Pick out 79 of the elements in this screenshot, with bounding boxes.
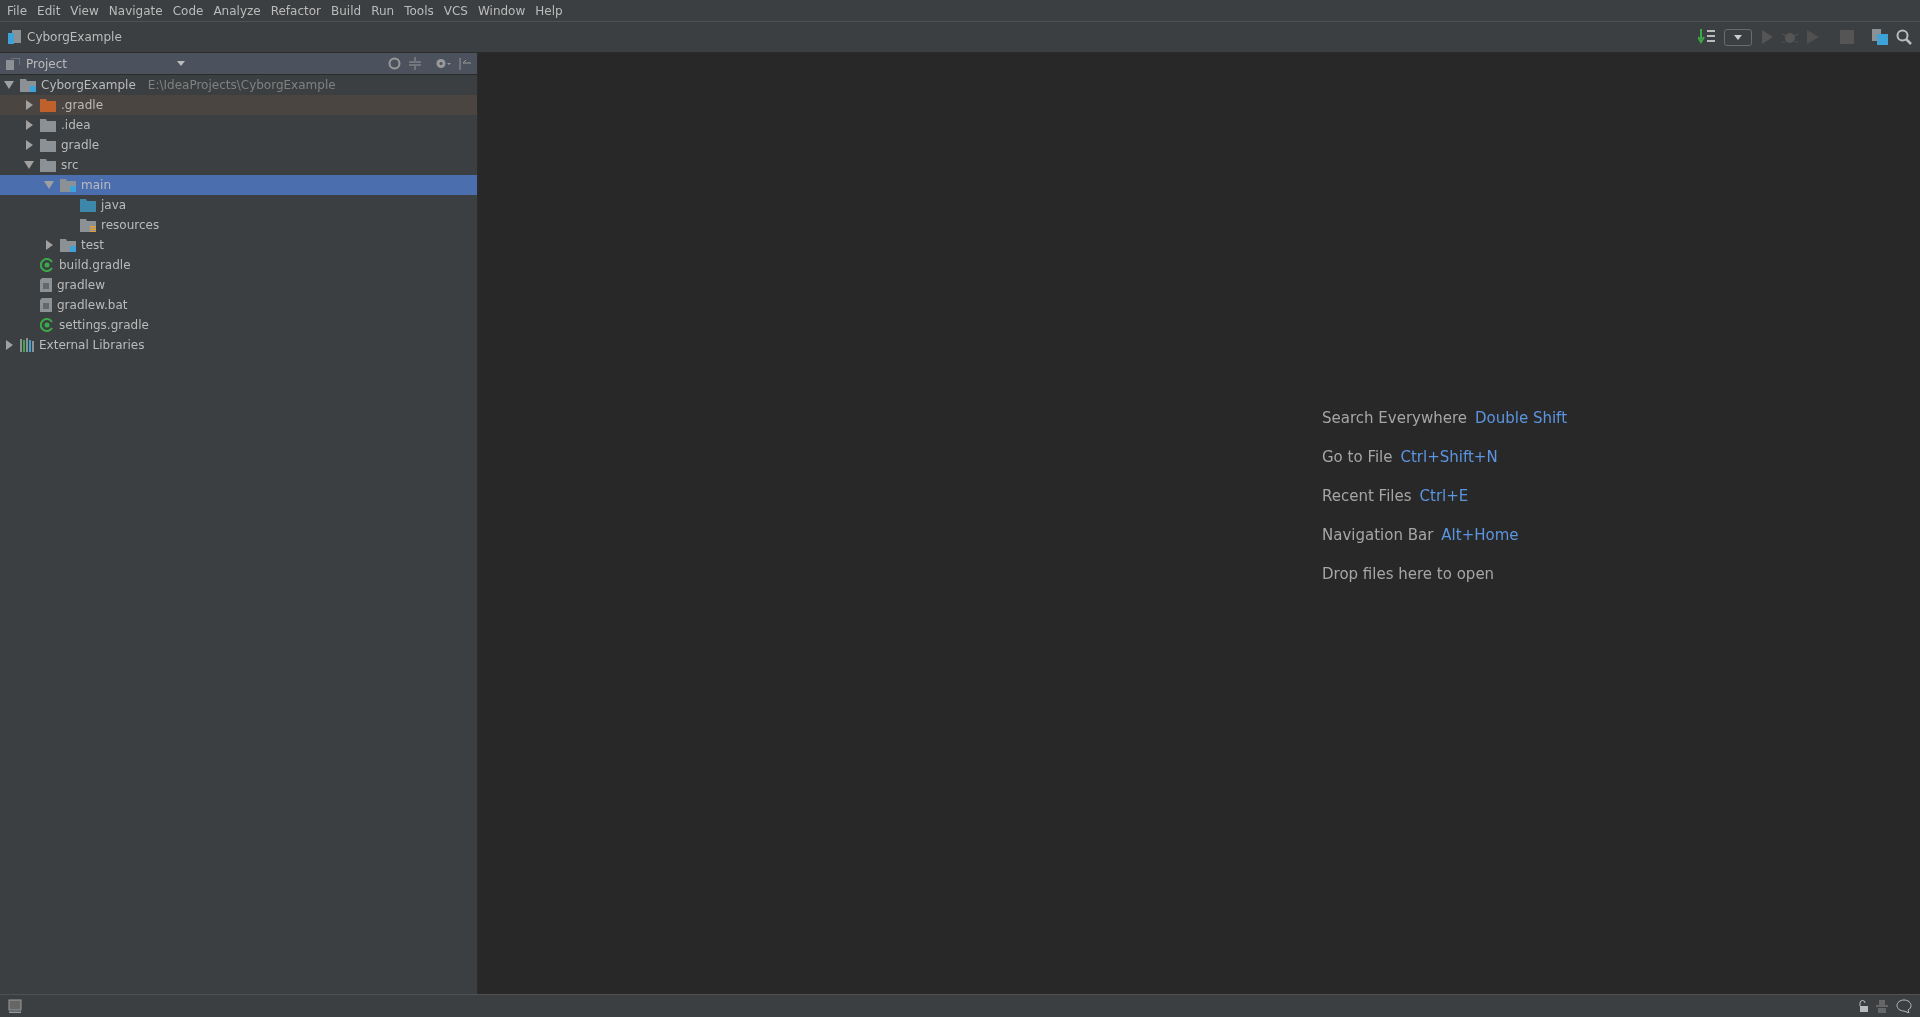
tree-row[interactable]: test	[0, 235, 477, 255]
breadcrumb-item[interactable]: CyborgExample	[27, 30, 122, 44]
tree-row[interactable]: resources	[0, 215, 477, 235]
caret-icon	[1734, 34, 1742, 40]
panel-title[interactable]: Project	[26, 56, 68, 71]
shortcut-text: Ctrl+Shift+N	[1400, 448, 1498, 466]
lock-icon[interactable]	[1858, 1000, 1868, 1012]
menu-item[interactable]: Edit	[32, 3, 66, 18]
settings-icon[interactable]	[435, 57, 451, 70]
event-log-icon[interactable]	[1896, 999, 1912, 1013]
tree-item-label: settings.gradle	[59, 318, 149, 332]
tree-item-label: build.gradle	[59, 258, 131, 272]
resource-folder-icon	[80, 218, 96, 232]
menu-item[interactable]: Refactor	[265, 3, 327, 18]
tree-row[interactable]: src	[0, 155, 477, 175]
hint-text: Search Everywhere	[1322, 409, 1467, 427]
tree-row[interactable]: .gradle	[0, 95, 477, 115]
project-path: E:\IdeaProjects\CyborgExample	[147, 78, 336, 92]
shortcut-text: Double Shift	[1475, 409, 1567, 427]
gradle-file-icon	[40, 318, 54, 332]
tree-row[interactable]: java	[0, 195, 477, 215]
tree-row[interactable]: settings.gradle	[0, 315, 477, 335]
search-icon[interactable]	[1896, 29, 1912, 45]
tree-row[interactable]: build.gradle	[0, 255, 477, 275]
target-icon[interactable]	[388, 57, 401, 70]
tree-row[interactable]: gradle	[0, 135, 477, 155]
module-folder-icon	[20, 78, 36, 92]
folder-icon	[40, 138, 56, 152]
menu-item[interactable]: View	[65, 3, 104, 18]
folder-icon	[40, 158, 56, 172]
hint-text: Recent Files	[1322, 487, 1412, 505]
tree-item-label: .gradle	[61, 98, 104, 112]
tree-item-label: gradlew	[57, 278, 106, 292]
menu-item[interactable]: Code	[167, 3, 209, 18]
menu-item[interactable]: Help	[530, 3, 568, 18]
tree-item-label: CyborgExample	[41, 78, 136, 92]
tree-item-label: resources	[101, 218, 160, 232]
gradle-file-icon	[40, 258, 54, 272]
shortcut-text: Alt+Home	[1441, 526, 1519, 544]
tree-item-label: gradle	[61, 138, 100, 152]
project-view-icon	[6, 57, 20, 70]
tree-row[interactable]: gradlew.bat	[0, 295, 477, 315]
menu-item[interactable]: Analyze	[208, 3, 266, 18]
tree-row[interactable]: .idea	[0, 115, 477, 135]
caret-icon[interactable]	[177, 61, 186, 66]
tree-item-label: test	[81, 238, 105, 252]
text-file-icon	[40, 298, 52, 312]
hint-text: Drop files here to open	[1322, 565, 1495, 583]
hint-text: Navigation Bar	[1322, 526, 1434, 544]
binary-download-icon[interactable]	[1698, 29, 1716, 45]
tree-row[interactable]: CyborgExample E:\IdeaProjects\CyborgExample	[0, 75, 477, 95]
folder-icon	[60, 238, 76, 252]
tree-item-label: gradlew.bat	[57, 298, 128, 312]
text-file-icon	[40, 278, 52, 292]
tree-row[interactable]: External Libraries	[0, 335, 477, 355]
menu-item[interactable]: File	[2, 3, 33, 18]
tree-item-label: main	[81, 178, 111, 192]
menu-item[interactable]: Run	[366, 3, 400, 18]
shortcut-text: Ctrl+E	[1419, 487, 1469, 505]
run-configuration-dropdown[interactable]	[1724, 28, 1752, 46]
tool-windows-icon[interactable]	[8, 999, 22, 1013]
menu-item[interactable]: Build	[326, 3, 367, 18]
folder-icon	[60, 178, 76, 192]
menu-item[interactable]: Window	[472, 3, 531, 18]
menu-item[interactable]: Tools	[399, 3, 439, 18]
tree-item-label: src	[61, 158, 79, 172]
folder-icon	[40, 98, 56, 112]
tree-row[interactable]: gradlew	[0, 275, 477, 295]
project-icon	[8, 30, 22, 44]
menu-item[interactable]: Navigate	[103, 3, 168, 18]
project-structure-icon[interactable]	[1872, 29, 1888, 45]
folder-icon	[40, 118, 56, 132]
folder-icon	[80, 198, 96, 212]
libraries-icon	[20, 338, 34, 352]
hint-text: Go to File	[1322, 448, 1393, 466]
tree-item-label: External Libraries	[39, 338, 145, 352]
menu-item[interactable]: VCS	[438, 3, 473, 18]
tree-item-label: .idea	[61, 118, 91, 132]
tree-item-label: java	[101, 198, 127, 212]
